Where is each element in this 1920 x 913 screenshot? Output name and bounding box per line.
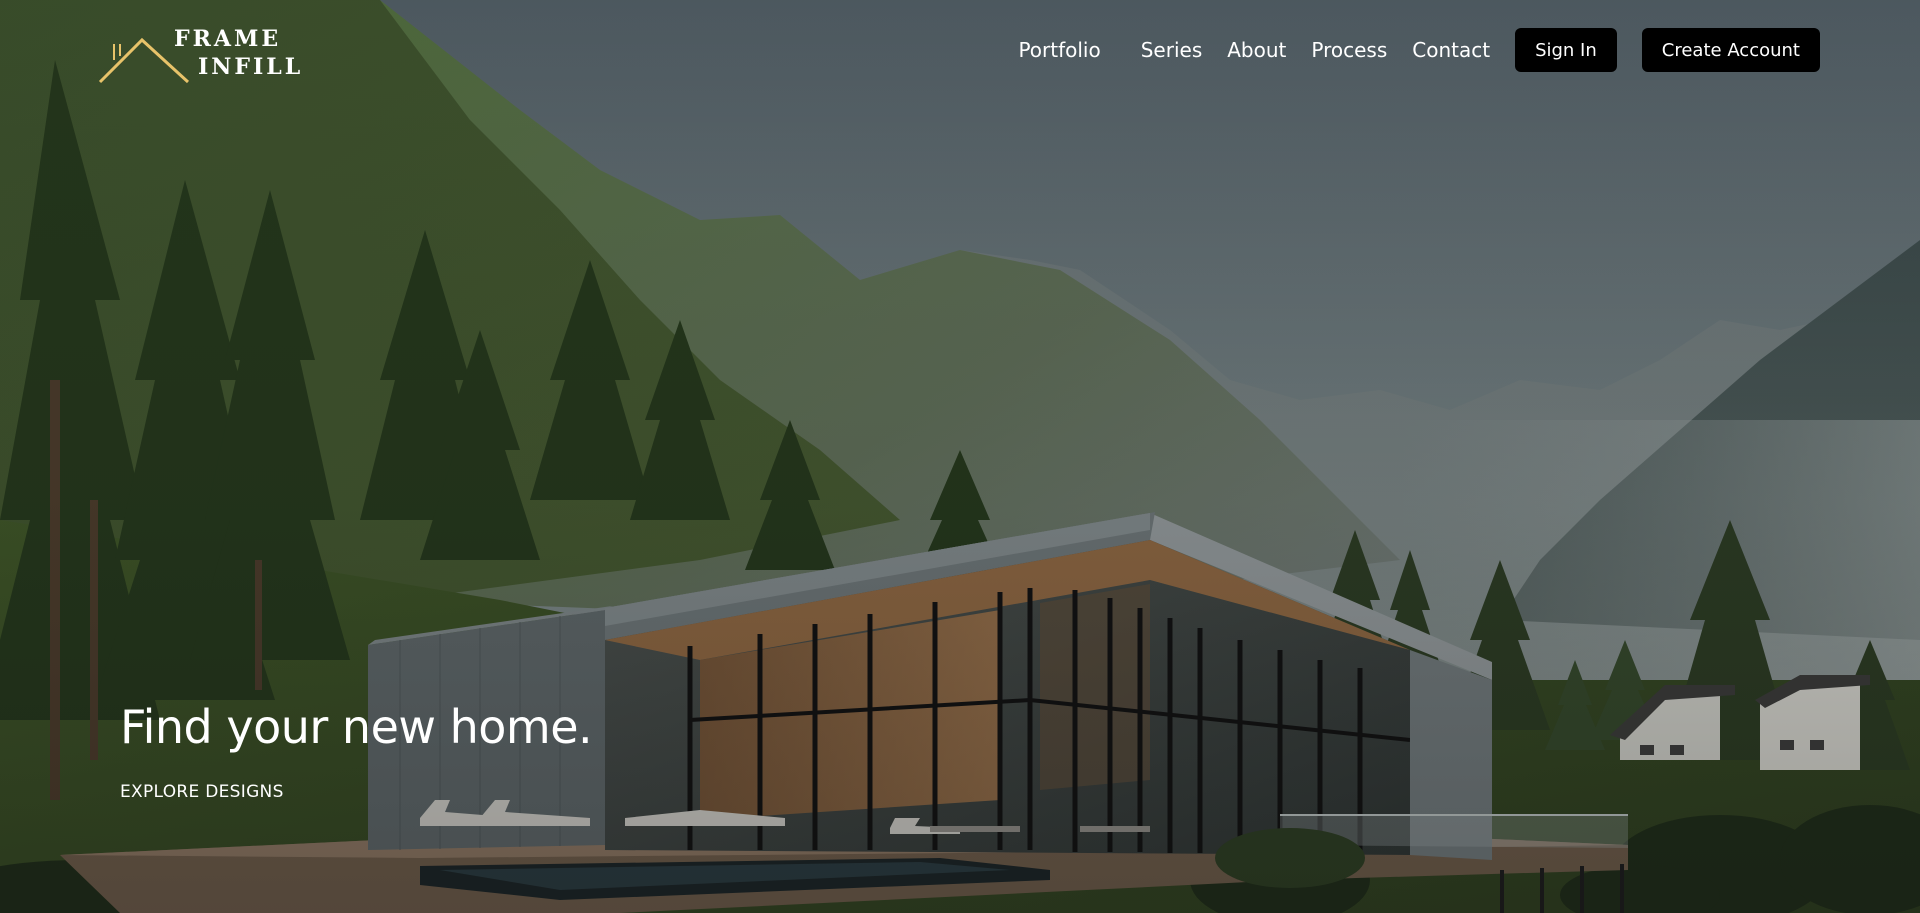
brand-logo[interactable]: FRAME INFILL bbox=[96, 24, 300, 84]
nav-link-about[interactable]: About bbox=[1227, 38, 1286, 62]
brand-name-line1: FRAME bbox=[174, 26, 282, 52]
explore-designs-link[interactable]: EXPLORE DESIGNS bbox=[120, 782, 284, 802]
nav-link-portfolio[interactable]: Portfolio bbox=[1018, 38, 1100, 62]
brand-name-line2: INFILL bbox=[198, 54, 304, 80]
nav-link-process[interactable]: Process bbox=[1311, 38, 1387, 62]
create-account-button[interactable]: Create Account bbox=[1641, 28, 1820, 72]
hero-headline: Find your new home. bbox=[120, 700, 593, 754]
main-nav: Portfolio Series About Process Contact S… bbox=[1018, 28, 1820, 72]
nav-link-series[interactable]: Series bbox=[1141, 38, 1203, 62]
nav-link-contact[interactable]: Contact bbox=[1412, 38, 1490, 62]
sign-in-button[interactable]: Sign In bbox=[1515, 28, 1617, 72]
hero-background-image bbox=[0, 0, 1920, 913]
hero-section: FRAME INFILL Portfolio Series About Proc… bbox=[0, 0, 1920, 913]
